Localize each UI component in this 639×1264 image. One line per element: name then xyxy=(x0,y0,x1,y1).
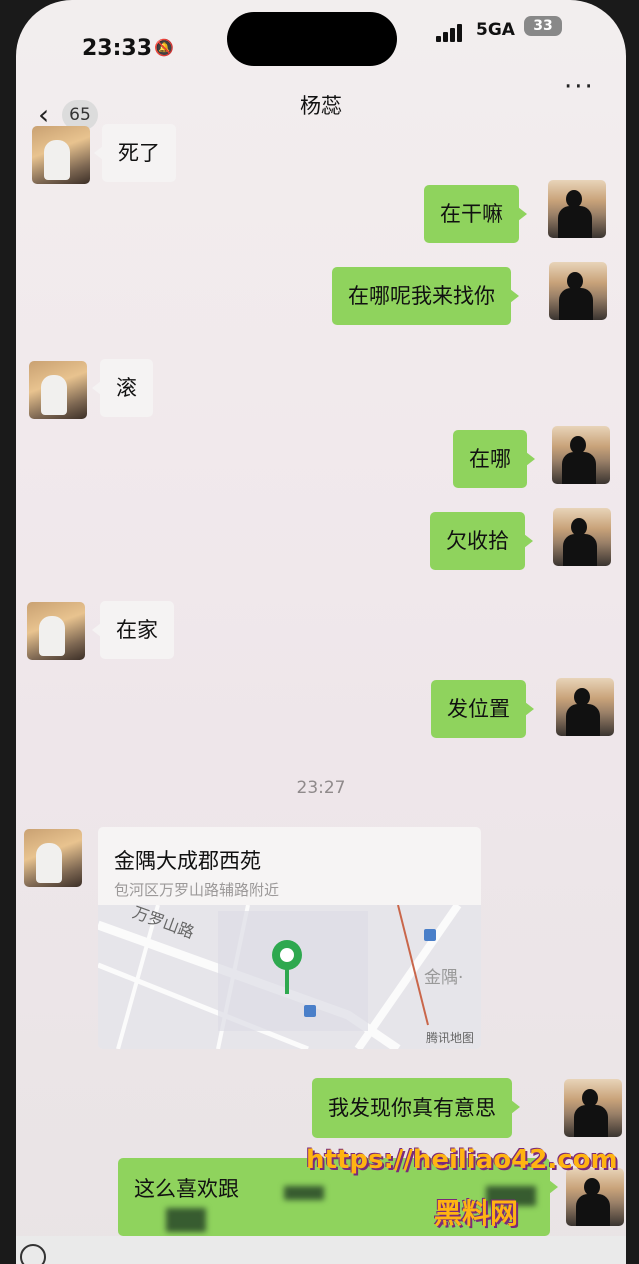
message-bubble-received[interactable]: 在家 xyxy=(92,601,174,659)
silent-bell-icon: 🔕 xyxy=(154,38,174,57)
contact-avatar[interactable] xyxy=(24,829,82,887)
watermark-name: 黑料网 xyxy=(434,1197,519,1230)
contact-avatar[interactable] xyxy=(27,602,85,660)
status-time: 23:33 xyxy=(82,36,153,61)
contact-avatar[interactable] xyxy=(29,361,87,419)
location-message-card[interactable]: 金隅大成郡西苑 包河区万罗山路辅路附近 万罗山路 金隅· 腾讯地图 xyxy=(98,827,481,1049)
message-bubble-sent[interactable]: 在哪 xyxy=(453,430,535,488)
message-bubble-received[interactable]: 滚 xyxy=(92,359,153,417)
my-avatar[interactable] xyxy=(553,508,611,566)
network-label: 5GA xyxy=(476,20,515,40)
map-provider-label: 腾讯地图 xyxy=(426,1031,475,1045)
signal-icon xyxy=(436,24,466,42)
my-avatar[interactable] xyxy=(548,180,606,238)
voice-icon[interactable] xyxy=(20,1244,46,1264)
message-bubble-received[interactable]: 死了 xyxy=(94,124,176,182)
message-bubble-sent[interactable]: 在哪呢我来找你 xyxy=(332,267,519,325)
my-avatar[interactable] xyxy=(549,262,607,320)
location-map-preview[interactable]: 万罗山路 金隅· 腾讯地图 xyxy=(98,903,481,1049)
censor-blur xyxy=(166,1208,206,1232)
more-icon[interactable]: ··· xyxy=(564,72,595,102)
my-avatar[interactable] xyxy=(564,1079,622,1137)
chat-title: 杨蕊 xyxy=(300,94,342,118)
map-poi-label: 金隅· xyxy=(424,968,464,988)
message-bubble-sent[interactable]: 发位置 xyxy=(431,680,534,738)
phone-screen: 23:33 🔕 5GA 33 ‹ 65 杨蕊 ··· 死了 在干嘛 在哪呢我来找… xyxy=(16,0,626,1264)
message-bubble-sent[interactable]: 我发现你真有意思 xyxy=(312,1078,520,1138)
watermark-url: https://heiliao42.com xyxy=(306,1145,618,1175)
message-bubble-sent[interactable]: 欠收拾 xyxy=(430,512,533,570)
my-avatar[interactable] xyxy=(552,426,610,484)
message-bubble-sent[interactable]: 在干嘛 xyxy=(424,185,527,243)
location-name: 金隅大成郡西苑 xyxy=(114,849,261,873)
battery-icon: 33 xyxy=(524,16,562,36)
my-avatar[interactable] xyxy=(566,1168,624,1226)
input-bar[interactable] xyxy=(16,1236,626,1264)
my-avatar[interactable] xyxy=(556,678,614,736)
dynamic-island xyxy=(227,12,397,66)
location-address: 包河区万罗山路辅路附近 xyxy=(114,881,280,899)
message-timestamp: 23:27 xyxy=(296,778,346,798)
contact-avatar[interactable] xyxy=(32,126,90,184)
censor-blur xyxy=(284,1186,324,1200)
